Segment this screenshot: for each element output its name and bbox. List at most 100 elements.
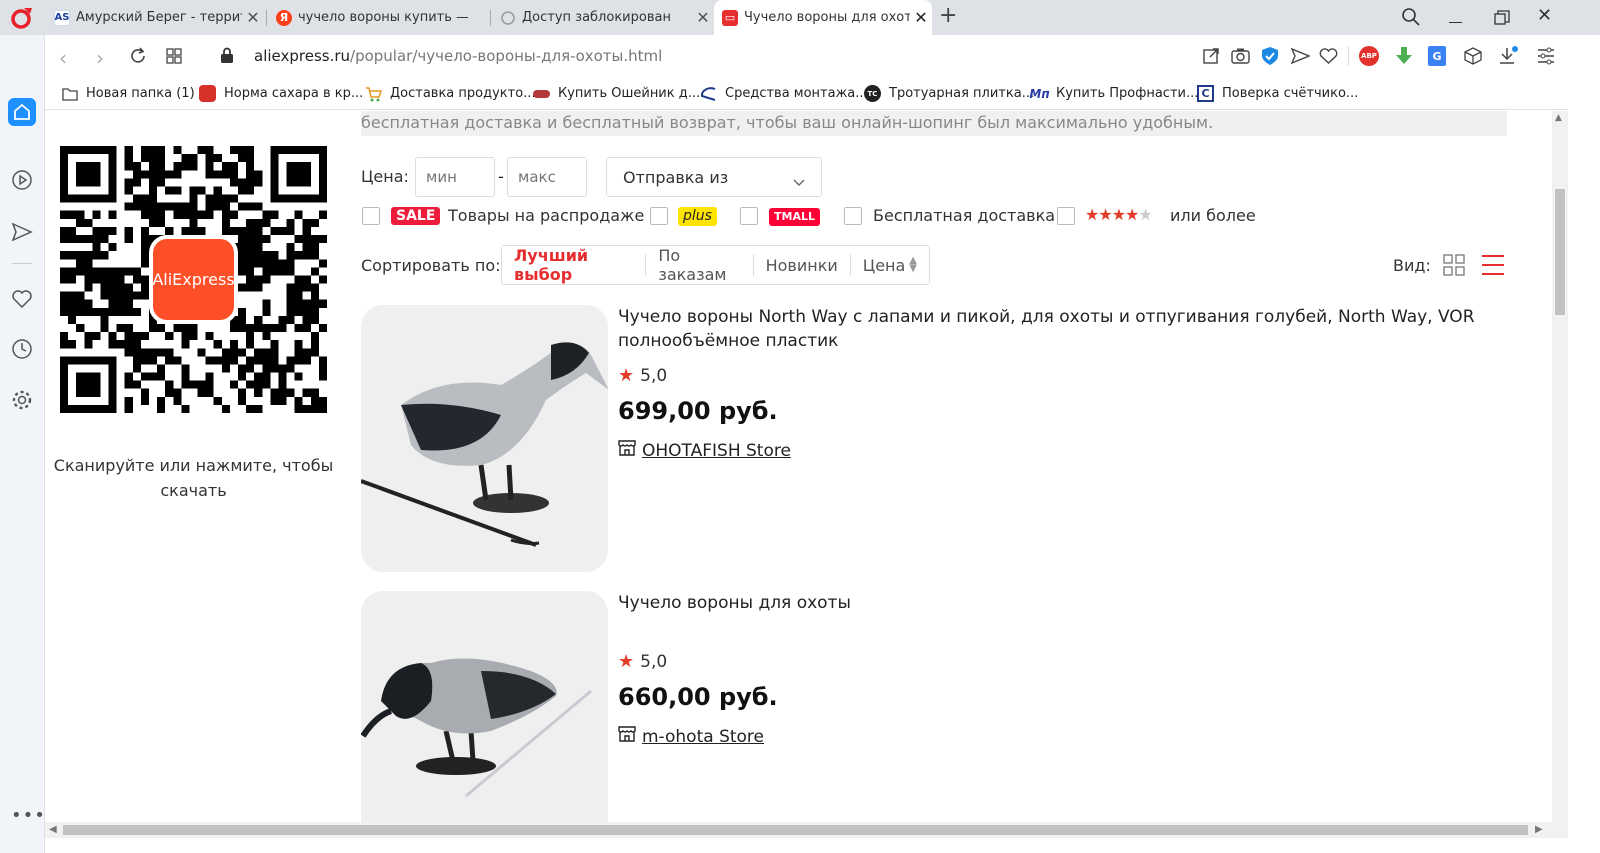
bookmark-folder[interactable]: Новая папка (1): [61, 77, 195, 110]
history-icon[interactable]: [10, 337, 34, 361]
sort-new[interactable]: Новинки: [754, 254, 851, 276]
star-icon: ★: [618, 651, 635, 672]
product-image[interactable]: [361, 591, 608, 822]
banner-text: бесплатная доставка и бесплатный возврат…: [361, 111, 1507, 136]
product-title-line: полнообъёмное пластик: [618, 331, 839, 351]
sort-best[interactable]: Лучший выбор: [502, 246, 647, 284]
bookmark-item[interactable]: Купить Ошейник д...: [533, 77, 700, 110]
price-min-input[interactable]: [415, 157, 495, 197]
adblock-icon[interactable]: ABP: [1359, 46, 1379, 66]
rating-checkbox[interactable]: [1057, 207, 1075, 225]
vertical-scrollbar[interactable]: ▲: [1552, 111, 1568, 822]
bookmark-label: Средства монтажа...: [725, 86, 868, 101]
qr-caption-line: Сканируйте или нажмите, чтобы: [53, 456, 334, 475]
price-max-input[interactable]: [507, 157, 587, 197]
ship-from-select[interactable]: Отправка из: [606, 157, 822, 197]
share-icon[interactable]: [1202, 47, 1220, 69]
bookmark-item[interactable]: C Поверка счётчико...: [1197, 77, 1358, 110]
tmall-badge: TMALL: [769, 208, 820, 226]
bookmark-item[interactable]: Норма сахара в кр...: [199, 77, 363, 110]
sort-options: Лучший выбор По заказам Новинки Цена ▲ ▼: [501, 245, 930, 285]
search-tabs-icon[interactable]: [1401, 7, 1421, 31]
mount-icon: [700, 85, 717, 102]
browser-logo-icon[interactable]: [10, 6, 34, 30]
product-title[interactable]: Чучело вороны для охоты: [618, 591, 1498, 615]
list-view-icon[interactable]: [1481, 253, 1505, 281]
send-icon[interactable]: [10, 220, 34, 244]
bookmark-item[interactable]: TC Тротуарная плитка...: [864, 77, 1034, 110]
send-page-icon[interactable]: [1290, 47, 1311, 69]
store-link[interactable]: m-ohota Store: [618, 725, 764, 748]
scroll-right-icon[interactable]: ▶: [1535, 824, 1543, 835]
scroll-up-icon[interactable]: ▲: [1555, 113, 1562, 123]
close-icon[interactable]: ✕: [242, 8, 264, 27]
camera-icon[interactable]: [1231, 47, 1250, 69]
star-icon: ★: [1085, 205, 1099, 224]
translate-icon[interactable]: G: [1428, 46, 1446, 66]
cart-icon: [365, 85, 382, 102]
back-icon[interactable]: ‹: [59, 46, 67, 70]
sort-label: Сортировать по:: [361, 256, 501, 275]
yandex-logo-icon: Я: [276, 9, 292, 26]
bookmark-item[interactable]: Доставка продукто...: [365, 77, 536, 110]
tab-aliexpress[interactable]: ▭ Чучело вороны для охоты ✕: [714, 0, 932, 35]
product-image[interactable]: [361, 305, 608, 572]
more-icon[interactable]: •••: [11, 805, 46, 826]
address-bar[interactable]: aliexpress.ru/popular/чучело-вороны-для-…: [254, 47, 662, 65]
minimize-icon[interactable]: [1449, 22, 1462, 23]
settings-gear-icon[interactable]: [10, 388, 34, 412]
product-price: 699,00 руб.: [618, 397, 778, 425]
banner-text-content: бесплатная доставка и бесплатный возврат…: [361, 113, 1214, 132]
as-logo-icon: AS: [54, 9, 70, 26]
scroll-thumb[interactable]: [63, 825, 1528, 835]
horizontal-scrollbar[interactable]: ◀ ▶: [45, 822, 1568, 838]
close-icon[interactable]: ✕: [692, 8, 714, 27]
star-icon: ★: [1125, 205, 1139, 224]
download-ext-icon[interactable]: [1395, 46, 1413, 70]
player-icon[interactable]: [10, 168, 34, 192]
new-tab-button[interactable]: +: [939, 3, 957, 28]
sale-checkbox[interactable]: [362, 207, 380, 225]
scroll-left-icon[interactable]: ◀: [49, 824, 57, 835]
bookmark-item[interactable]: Средства монтажа...: [700, 77, 868, 110]
close-icon[interactable]: ✕: [910, 8, 932, 27]
bookmark-item[interactable]: Мп Купить Профнасти...: [1029, 77, 1198, 110]
tmall-checkbox[interactable]: [740, 207, 758, 225]
qr-caption[interactable]: Сканируйте или нажмите, чтобы скачать: [45, 453, 342, 503]
store-link[interactable]: OHOTAFISH Store: [618, 439, 791, 462]
product-title[interactable]: Чучело вороны North Way с лапами и пикой…: [618, 305, 1498, 353]
tab-yandex[interactable]: Я чучело вороны купить — ✕: [268, 0, 490, 35]
qr-code[interactable]: AliExpress: [60, 146, 327, 413]
product-rating: ★ 5,0: [618, 651, 667, 672]
folder-icon: [61, 85, 78, 102]
sidebar: •••: [0, 35, 45, 853]
close-icon[interactable]: ✕: [468, 8, 490, 27]
health-icon: [199, 85, 216, 102]
reload-icon[interactable]: [129, 47, 147, 69]
close-window-icon[interactable]: ✕: [1537, 5, 1552, 26]
product-title-line: Чучело вороны для охоты: [618, 593, 851, 613]
menu-icon[interactable]: [1537, 47, 1555, 69]
speed-dial-icon[interactable]: [166, 48, 182, 68]
plus-checkbox[interactable]: [650, 207, 668, 225]
home-icon[interactable]: [8, 98, 36, 126]
forward-icon[interactable]: ›: [96, 46, 104, 70]
free-delivery-checkbox[interactable]: [844, 207, 862, 225]
plus-badge: plus: [678, 207, 717, 226]
lock-icon[interactable]: [220, 47, 234, 68]
grid-view-icon[interactable]: [1443, 254, 1465, 280]
tab-blocked[interactable]: Доступ заблокирован ✕: [492, 0, 714, 35]
cube-icon[interactable]: [1464, 47, 1482, 69]
store-name: OHOTAFISH Store: [642, 440, 791, 461]
star-icon: ★: [1098, 205, 1112, 224]
sort-orders[interactable]: По заказам: [646, 246, 754, 284]
favorites-icon[interactable]: [10, 287, 34, 311]
restore-icon[interactable]: [1494, 10, 1510, 30]
star-icon: ★: [1138, 205, 1152, 224]
bookmark-heart-icon[interactable]: [1319, 47, 1338, 69]
tab-amur[interactable]: AS Амурский Берег - террито ✕: [46, 0, 264, 35]
sort-price[interactable]: Цена ▲ ▼: [851, 254, 929, 276]
scroll-thumb[interactable]: [1555, 189, 1565, 315]
shield-icon[interactable]: [1261, 46, 1279, 70]
downloads-icon[interactable]: [1498, 46, 1518, 70]
